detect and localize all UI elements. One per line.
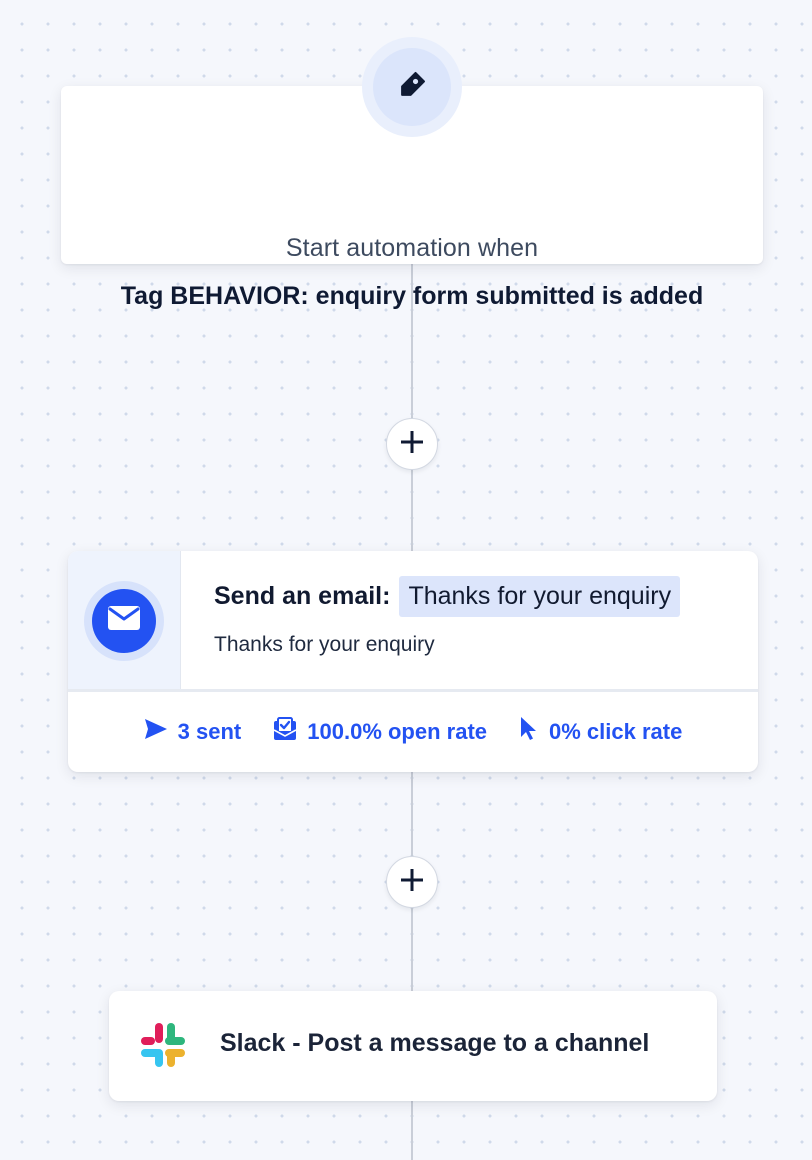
- trigger-icon-circle: [373, 48, 451, 126]
- tag-icon: [395, 68, 429, 107]
- open-rate-label: 100.0% open rate: [307, 719, 488, 744]
- click-rate-label: 0% click rate: [549, 719, 683, 744]
- add-step-button[interactable]: [386, 418, 438, 470]
- connector-line: [411, 1101, 413, 1160]
- envelope-icon: [108, 606, 140, 635]
- email-step-card[interactable]: Send an email: Thanks for your enquiry T…: [68, 551, 758, 772]
- email-icon-circle: [92, 588, 156, 653]
- slack-logo-icon: [139, 1021, 187, 1069]
- trigger-subtitle: Start automation when: [285, 234, 539, 262]
- add-step-button[interactable]: [386, 856, 438, 908]
- plus-icon: [399, 429, 425, 460]
- email-icon-ring: [84, 580, 164, 661]
- email-subject: Thanks for your enquiry: [214, 633, 435, 656]
- plus-icon: [399, 867, 425, 898]
- email-icon-panel: [68, 551, 181, 690]
- trigger-title: Tag BEHAVIOR: enquiry form submitted is …: [120, 282, 704, 310]
- send-icon: [144, 718, 178, 746]
- click-rate-stat[interactable]: 0% click rate: [519, 716, 682, 748]
- cursor-icon: [519, 716, 549, 748]
- sent-stat[interactable]: 3 sent: [144, 718, 242, 746]
- slack-step-card[interactable]: Slack - Post a message to a channel: [109, 991, 717, 1101]
- trigger-badge: [362, 37, 462, 137]
- email-heading: Send an email: Thanks for your enquiry: [214, 576, 681, 617]
- email-action-label: Send an email:: [214, 582, 391, 610]
- sent-stat-label: 3 sent: [177, 719, 242, 744]
- email-name-link[interactable]: Thanks for your enquiry: [399, 576, 681, 617]
- slack-step-label: Slack - Post a message to a channel: [220, 1029, 650, 1057]
- email-stats-bar: 3 sent 100.0% open rate 0% click rate: [68, 692, 758, 772]
- opened-mail-icon: [273, 717, 307, 747]
- open-rate-stat[interactable]: 100.0% open rate: [273, 717, 487, 747]
